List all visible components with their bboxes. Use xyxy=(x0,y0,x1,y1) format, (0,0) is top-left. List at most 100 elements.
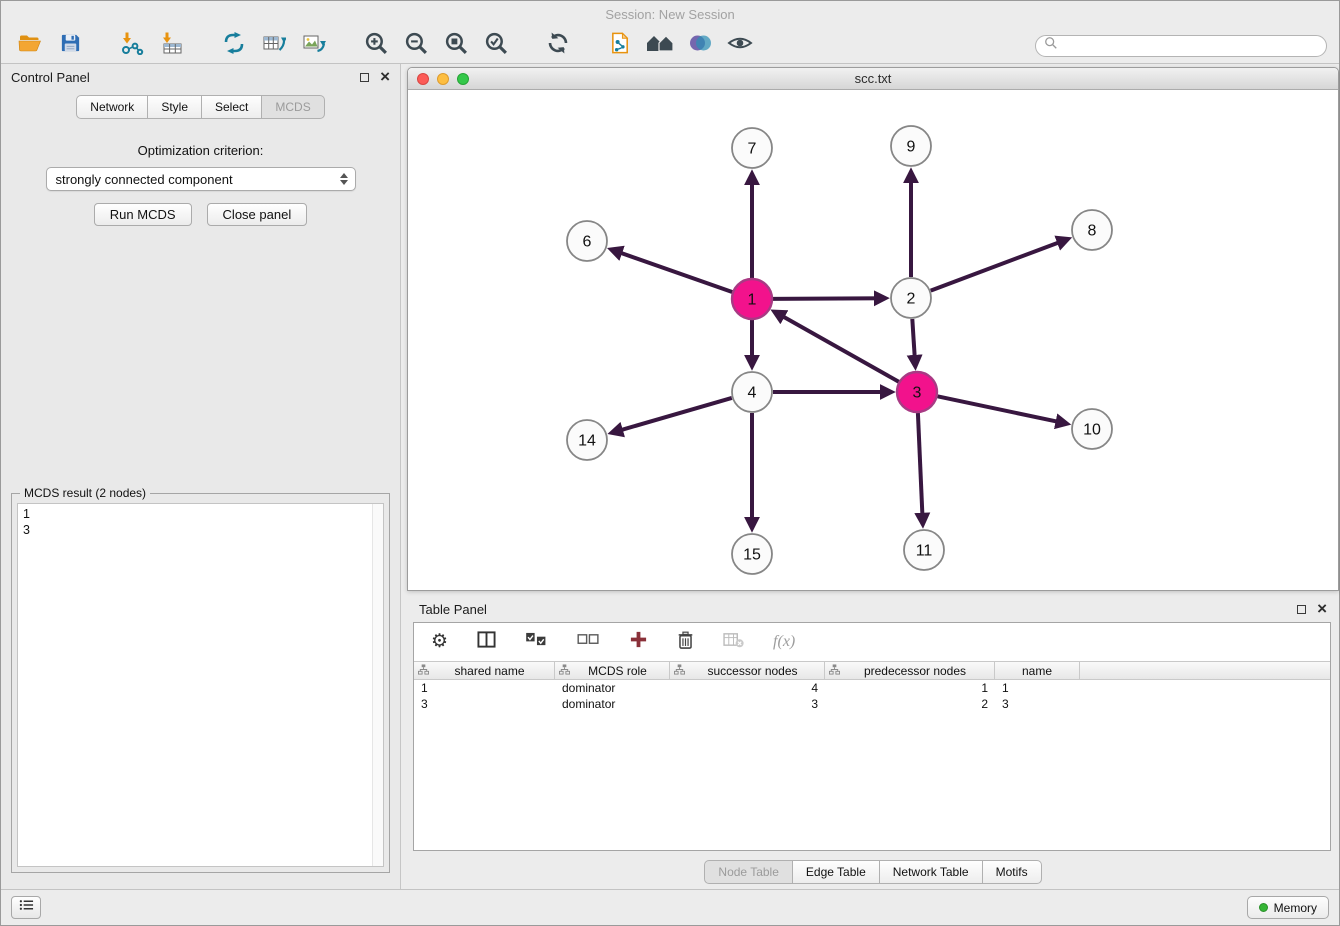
network-canvas[interactable]: 7 9 6 8 1 2 4 3 14 10 15 11 xyxy=(408,90,1338,590)
show-hide-graphics-button[interactable] xyxy=(723,31,757,61)
graph-node-1[interactable]: 1 xyxy=(732,279,772,319)
tab-network[interactable]: Network xyxy=(76,95,148,119)
tab-node-table[interactable]: Node Table xyxy=(704,860,793,884)
task-history-button[interactable] xyxy=(11,896,41,919)
table-settings-button[interactable]: ⚙ xyxy=(431,632,448,652)
graph-edge-3-10[interactable] xyxy=(938,396,1067,423)
graph-node-15[interactable]: 15 xyxy=(732,534,772,574)
cell-successor-nodes[interactable]: 4 xyxy=(670,680,825,696)
plus-icon xyxy=(629,636,648,653)
tab-motifs[interactable]: Motifs xyxy=(983,860,1042,884)
column-header-mcds-role[interactable]: MCDS role xyxy=(555,662,670,679)
cell-predecessor-nodes[interactable]: 1 xyxy=(825,680,995,696)
column-header-predecessor-nodes[interactable]: predecessor nodes xyxy=(825,662,995,679)
table-row[interactable]: 1 dominator 4 1 1 xyxy=(414,680,1330,696)
run-mcds-button[interactable]: Run MCDS xyxy=(94,203,192,226)
graph-node-3[interactable]: 3 xyxy=(897,372,937,412)
graph-edge-2-8[interactable] xyxy=(931,239,1068,291)
graph-edge-4-14[interactable] xyxy=(612,398,732,433)
create-column-button[interactable] xyxy=(629,630,648,654)
maximize-window-icon[interactable] xyxy=(457,73,469,85)
zoom-selected-button[interactable] xyxy=(479,31,513,61)
close-panel-button[interactable]: Close panel xyxy=(207,203,308,226)
table-arrow-icon xyxy=(262,31,286,60)
clone-network-button[interactable] xyxy=(603,31,637,61)
zoom-out-icon xyxy=(404,31,429,61)
cell-predecessor-nodes[interactable]: 2 xyxy=(825,696,995,712)
delete-columns-button[interactable] xyxy=(677,630,694,655)
graph-edge-1-2[interactable] xyxy=(773,298,885,299)
graph-node-7[interactable]: 7 xyxy=(732,128,772,168)
graph-node-14[interactable]: 14 xyxy=(567,420,607,460)
graph-node-10[interactable]: 10 xyxy=(1072,409,1112,449)
search-field[interactable] xyxy=(1035,35,1327,57)
criterion-dropdown[interactable]: strongly connected component xyxy=(46,167,356,191)
select-all-columns-button[interactable] xyxy=(525,632,548,652)
cell-mcds-role[interactable]: dominator xyxy=(555,696,670,712)
network-overview-button[interactable] xyxy=(643,31,677,61)
graph-edge-1-6[interactable] xyxy=(612,250,733,292)
apply-style-button[interactable] xyxy=(683,31,717,61)
graph-node-6[interactable]: 6 xyxy=(567,221,607,261)
zoom-in-button[interactable] xyxy=(359,31,393,61)
column-header-successor-nodes[interactable]: successor nodes xyxy=(670,662,825,679)
new-network-button[interactable] xyxy=(217,31,251,61)
tab-mcds[interactable]: MCDS xyxy=(262,95,324,119)
network-view-window: scc.txt 7968124314101511 xyxy=(407,67,1339,591)
graph-node-8[interactable]: 8 xyxy=(1072,210,1112,250)
graph-node-4[interactable]: 4 xyxy=(732,372,772,412)
save-session-button[interactable] xyxy=(53,31,87,61)
close-window-icon[interactable] xyxy=(417,73,429,85)
graph-edge-2-3[interactable] xyxy=(912,319,915,366)
result-scrollbar[interactable] xyxy=(372,504,383,866)
cell-shared-name[interactable]: 1 xyxy=(414,680,555,696)
cell-mcds-role[interactable]: dominator xyxy=(555,680,670,696)
export-image-button[interactable] xyxy=(297,31,331,61)
zoom-out-button[interactable] xyxy=(399,31,433,61)
graph-edge-3-1[interactable] xyxy=(775,312,899,382)
tab-edge-table[interactable]: Edge Table xyxy=(793,860,880,884)
import-network-file-button[interactable] xyxy=(115,31,149,61)
cell-successor-nodes[interactable]: 3 xyxy=(670,696,825,712)
graph-edge-3-11[interactable] xyxy=(918,413,923,524)
zoom-fit-button[interactable] xyxy=(439,31,473,61)
refresh-layout-button[interactable] xyxy=(541,31,575,61)
mcds-result-list[interactable]: 1 3 xyxy=(17,503,384,867)
cell-shared-name[interactable]: 3 xyxy=(414,696,555,712)
table-panel-header: Table Panel × xyxy=(407,596,1339,622)
function-builder-button[interactable]: f(x) xyxy=(773,633,795,651)
table-row[interactable]: 3 dominator 3 2 3 xyxy=(414,696,1330,712)
svg-text:4: 4 xyxy=(748,385,757,402)
unselect-all-columns-button[interactable] xyxy=(577,632,600,652)
memory-button[interactable]: Memory xyxy=(1247,896,1329,919)
tab-style[interactable]: Style xyxy=(148,95,202,119)
folder-open-icon xyxy=(17,31,43,60)
column-header-name[interactable]: name xyxy=(995,662,1080,679)
new-network-table-button[interactable] xyxy=(257,31,291,61)
style-icon xyxy=(688,32,712,59)
document-network-icon xyxy=(609,31,632,60)
minimize-window-icon[interactable] xyxy=(437,73,449,85)
search-input[interactable] xyxy=(1063,39,1318,53)
graph-node-2[interactable]: 2 xyxy=(891,278,931,318)
open-session-button[interactable] xyxy=(13,31,47,61)
eye-icon xyxy=(727,32,753,59)
column-header-shared-name[interactable]: shared name xyxy=(414,662,555,679)
svg-text:11: 11 xyxy=(916,543,933,560)
cell-name[interactable]: 3 xyxy=(995,696,1080,712)
graph-node-11[interactable]: 11 xyxy=(904,530,944,570)
delete-table-button[interactable] xyxy=(723,631,744,653)
graph-node-9[interactable]: 9 xyxy=(891,126,931,166)
tab-select[interactable]: Select xyxy=(202,95,262,119)
show-columns-button[interactable] xyxy=(477,630,496,654)
tab-network-table[interactable]: Network Table xyxy=(880,860,983,884)
import-table-file-button[interactable] xyxy=(155,31,189,61)
cell-name[interactable]: 1 xyxy=(995,680,1080,696)
float-panel-icon[interactable] xyxy=(1297,605,1306,614)
close-panel-icon[interactable]: × xyxy=(1317,603,1327,615)
table-toolbar: ⚙ f(x) xyxy=(414,623,1330,661)
svg-text:7: 7 xyxy=(748,141,757,158)
float-panel-icon[interactable] xyxy=(360,73,369,82)
close-panel-icon[interactable]: × xyxy=(380,71,390,83)
svg-text:14: 14 xyxy=(578,433,596,450)
